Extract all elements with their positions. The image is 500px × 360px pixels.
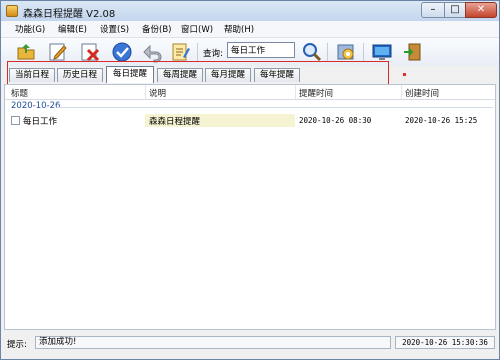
row-created-time: 2020-10-26 15:25	[405, 116, 478, 125]
monitor-icon[interactable]	[371, 41, 393, 63]
menu-bar: 功能(G) 编辑(E) 设置(S) 备份(B) 窗口(W) 帮助(H)	[1, 21, 499, 38]
status-label: 提示:	[7, 340, 27, 350]
column-remind-time[interactable]: 提醒时间	[299, 87, 333, 99]
close-button[interactable]: ✕	[465, 2, 497, 18]
group-divider	[57, 107, 493, 108]
schedule-list[interactable]: 标题 说明 提醒时间 创建时间 2020-10-26 每日工作 森森日程提醒 2…	[4, 84, 496, 330]
edit-icon[interactable]	[47, 41, 69, 63]
table-row[interactable]: 每日工作 森森日程提醒 2020-10-26 08:30 2020-10-26 …	[5, 114, 495, 127]
title-bar: 森森日程提醒 V2.08 – □ ✕	[1, 1, 499, 21]
menu-edit[interactable]: 编辑(E)	[58, 23, 87, 35]
group-date: 2020-10-26	[11, 101, 61, 111]
main-window: 森森日程提醒 V2.08 – □ ✕ 功能(G) 编辑(E) 设置(S) 备份(…	[0, 0, 500, 360]
search-icon[interactable]	[301, 41, 323, 63]
search-input[interactable]	[227, 42, 295, 58]
column-description[interactable]: 说明	[149, 87, 166, 99]
minimize-button[interactable]: –	[421, 2, 445, 18]
row-checkbox[interactable]	[11, 116, 20, 125]
column-divider[interactable]	[145, 85, 146, 99]
window-title: 森森日程提醒 V2.08	[23, 9, 116, 20]
menu-window[interactable]: 窗口(W)	[181, 23, 213, 35]
row-description: 森森日程提醒	[149, 117, 201, 127]
status-message: 添加成功!	[35, 336, 391, 349]
delete-icon[interactable]	[79, 41, 101, 63]
check-icon[interactable]	[111, 41, 133, 63]
status-time: 2020-10-26 15:30:36	[395, 336, 495, 349]
status-bar: 提示: 添加成功! 2020-10-26 15:30:36	[1, 335, 499, 351]
search-label: 查询:	[203, 49, 223, 59]
column-divider[interactable]	[295, 85, 296, 99]
app-icon	[6, 5, 18, 17]
notepad-icon[interactable]	[169, 41, 191, 63]
toolbar-separator	[197, 43, 198, 61]
red-marker	[403, 73, 406, 76]
exit-icon[interactable]	[401, 41, 423, 63]
menu-function[interactable]: 功能(G)	[15, 23, 45, 35]
menu-settings[interactable]: 设置(S)	[100, 23, 129, 35]
open-folder-icon[interactable]	[15, 41, 37, 63]
row-remind-time: 2020-10-26 08:30	[299, 116, 372, 125]
undo-icon[interactable]	[141, 41, 163, 63]
menu-backup[interactable]: 备份(B)	[142, 23, 171, 35]
toolbar-separator	[327, 43, 328, 61]
settings-icon[interactable]	[335, 41, 357, 63]
row-title: 每日工作	[23, 117, 58, 127]
column-divider[interactable]	[401, 85, 402, 99]
toolbar-separator	[363, 43, 364, 61]
list-header: 标题 说明 提醒时间 创建时间	[5, 85, 495, 100]
column-created-time[interactable]: 创建时间	[405, 87, 439, 99]
column-title[interactable]: 标题	[11, 87, 28, 99]
menu-help[interactable]: 帮助(H)	[224, 23, 254, 35]
maximize-button[interactable]: □	[444, 2, 466, 18]
